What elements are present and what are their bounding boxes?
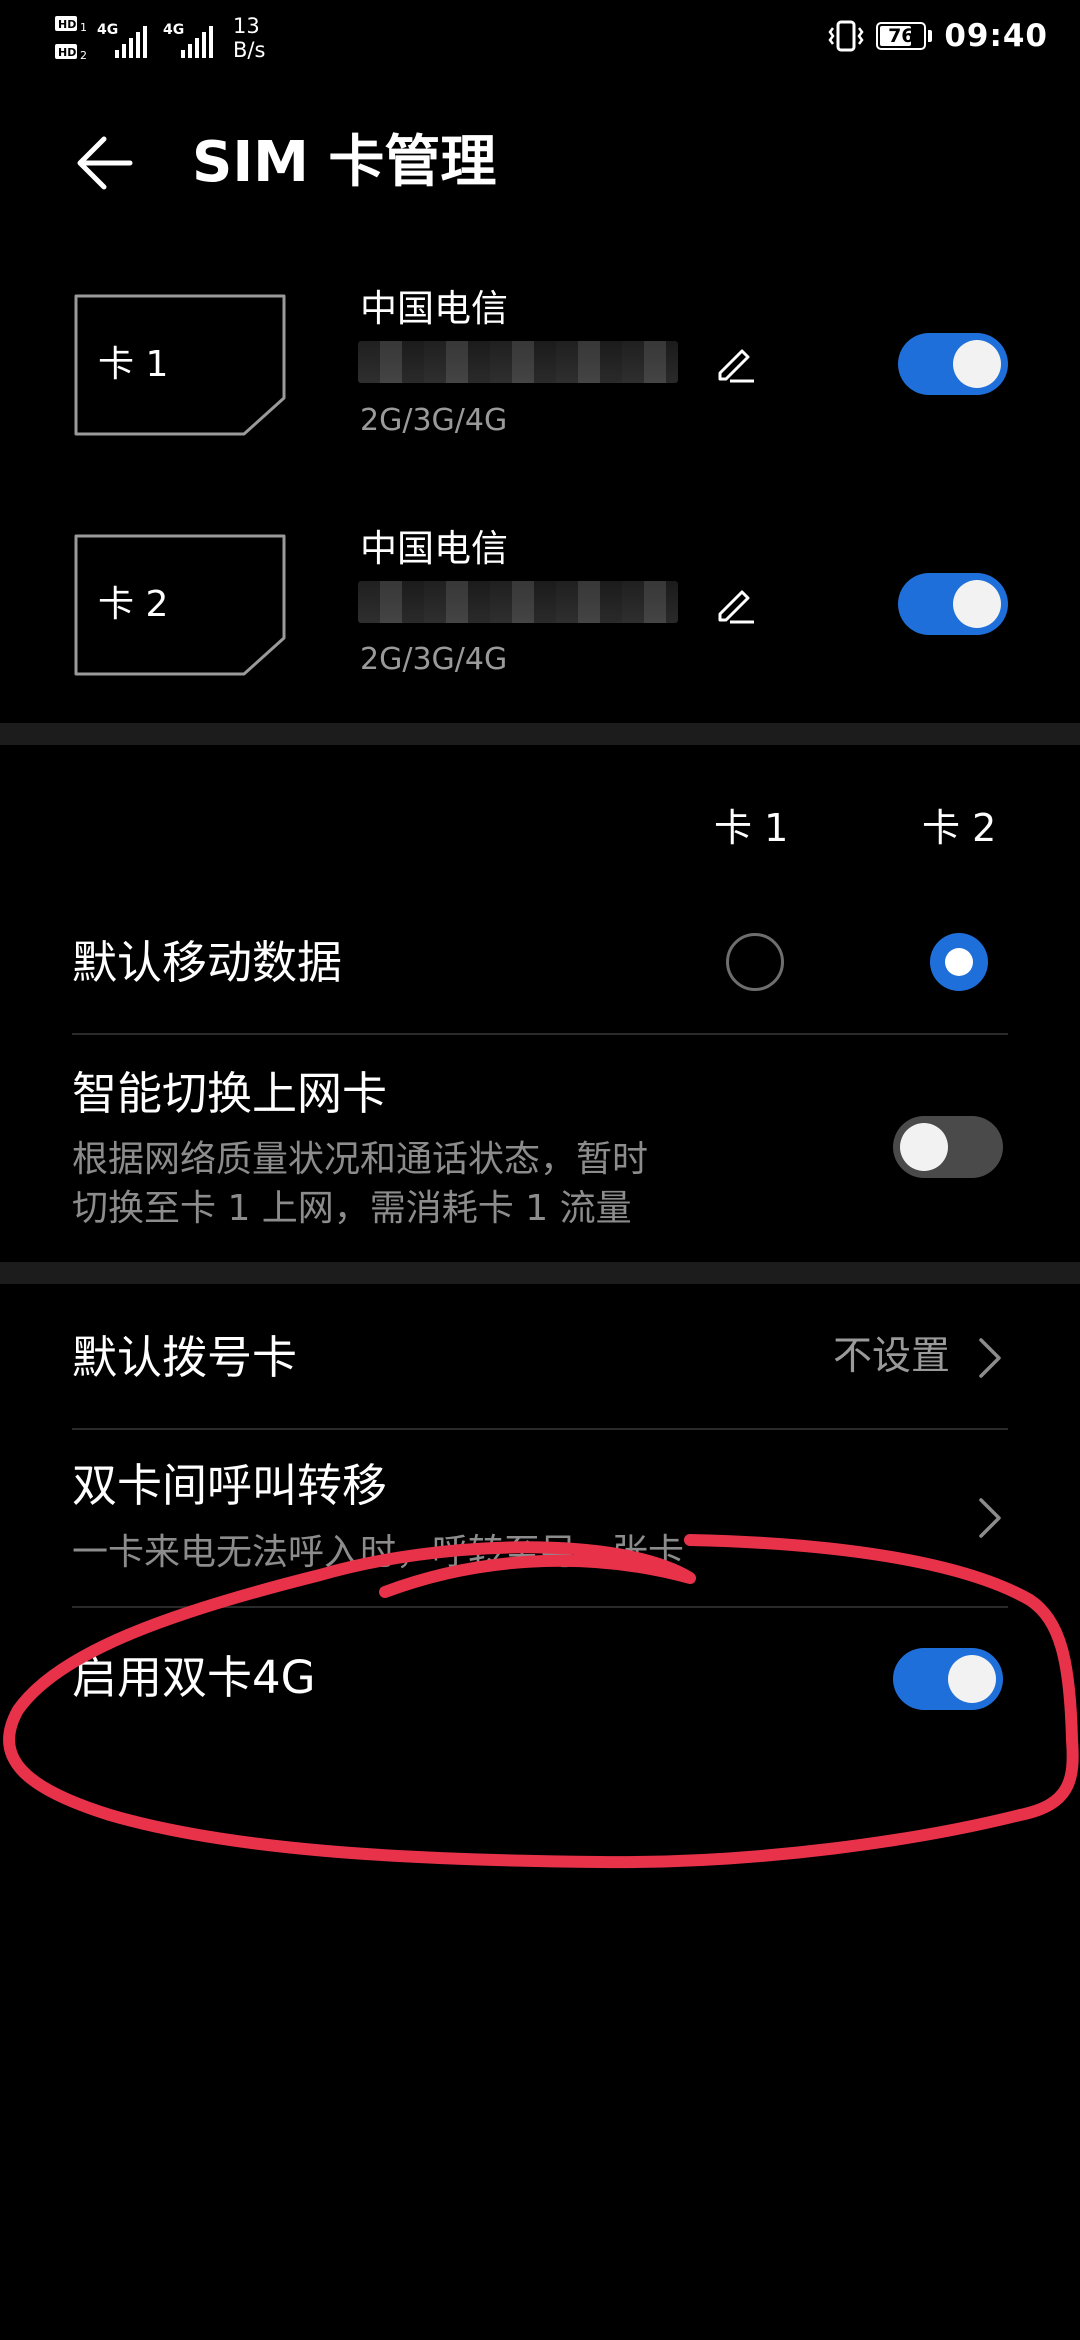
- toggle-knob: [953, 340, 1001, 388]
- sim2-network: 2G/3G/4G: [360, 642, 508, 677]
- smart-switch-desc-line2: 切换至卡 1 上网，需消耗卡 1 流量: [72, 1188, 632, 1229]
- sim2-number-masked: [358, 581, 678, 623]
- default-dial-value: 不设置: [833, 1334, 951, 1379]
- battery-icon: 76: [876, 22, 927, 50]
- arrow-left-icon: [77, 136, 133, 190]
- svg-text:2: 2: [80, 49, 87, 62]
- toggle-knob: [900, 1123, 948, 1171]
- section-divider: [0, 723, 1080, 745]
- back-button[interactable]: [70, 128, 140, 198]
- sim1-network: 2G/3G/4G: [360, 403, 508, 438]
- call-forward-row[interactable]: 双卡间呼叫转移 一卡来电无法呼入时，呼转至另一张卡: [0, 1430, 1080, 1606]
- default-data-radio-card2[interactable]: [930, 933, 988, 991]
- sim1-number-masked: [358, 341, 678, 383]
- network-speed: 13 B/s: [233, 14, 265, 62]
- section-divider: [0, 1262, 1080, 1284]
- column-header-card2: 卡 2: [922, 806, 997, 850]
- call-forward-label: 双卡间呼叫转移: [72, 1459, 388, 1512]
- dual-4g-toggle[interactable]: [893, 1648, 1003, 1710]
- network-speed-value: 13: [233, 14, 260, 38]
- column-header-card1: 卡 1: [714, 806, 789, 850]
- clock: 09:40: [944, 18, 1048, 54]
- svg-text:HD: HD: [58, 46, 76, 59]
- status-bar-left: HD HD 1 2 4G 4G 13 B/s: [55, 14, 295, 66]
- vibrate-icon: [828, 20, 864, 52]
- call-forward-desc: 一卡来电无法呼入时，呼转至另一张卡: [72, 1532, 685, 1573]
- default-dial-label: 默认拨号卡: [72, 1331, 298, 1384]
- chevron-right-icon: [979, 1498, 1001, 1538]
- row-divider: [72, 1033, 1008, 1035]
- status-bar-right: 76 09:40: [828, 16, 1048, 56]
- smart-switch-desc-line1: 根据网络质量状况和通话状态，暂时: [72, 1139, 649, 1180]
- sim-card-1[interactable]: 卡 1: [72, 292, 288, 438]
- smart-switch-toggle[interactable]: [893, 1116, 1003, 1178]
- sim2-carrier: 中国电信: [360, 527, 508, 570]
- sim-card-2[interactable]: 卡 2: [72, 532, 288, 678]
- pencil-icon: [718, 349, 754, 383]
- toggle-knob: [953, 580, 1001, 628]
- default-data-radio-card1[interactable]: [726, 933, 784, 991]
- svg-text:4G: 4G: [97, 22, 118, 38]
- svg-text:4G: 4G: [163, 22, 184, 38]
- default-data-label: 默认移动数据: [72, 936, 343, 989]
- sim1-carrier: 中国电信: [360, 287, 508, 330]
- dual-4g-label: 启用双卡4G: [72, 1651, 316, 1704]
- battery-level: 76: [888, 25, 915, 47]
- page-title: SIM 卡管理: [192, 130, 497, 195]
- smart-switch-label: 智能切换上网卡: [72, 1067, 388, 1120]
- signal-icons: HD HD 1 2 4G 4G: [55, 16, 213, 62]
- sim1-toggle[interactable]: [898, 333, 1008, 395]
- svg-text:1: 1: [80, 21, 87, 34]
- network-speed-unit: B/s: [233, 38, 266, 62]
- row-divider: [72, 1606, 1008, 1608]
- sim-card-label: 卡 2: [98, 584, 169, 625]
- toggle-knob: [948, 1655, 996, 1703]
- edit-sim1-button[interactable]: [712, 339, 758, 385]
- battery-cap: [928, 30, 933, 42]
- svg-text:HD: HD: [58, 18, 76, 31]
- default-dial-row[interactable]: 默认拨号卡 不设置: [0, 1284, 1080, 1428]
- pencil-icon: [718, 590, 754, 624]
- sim-card-label: 卡 1: [98, 344, 169, 385]
- chevron-right-icon: [979, 1338, 1001, 1378]
- sim2-toggle[interactable]: [898, 573, 1008, 635]
- edit-sim2-button[interactable]: [712, 580, 758, 626]
